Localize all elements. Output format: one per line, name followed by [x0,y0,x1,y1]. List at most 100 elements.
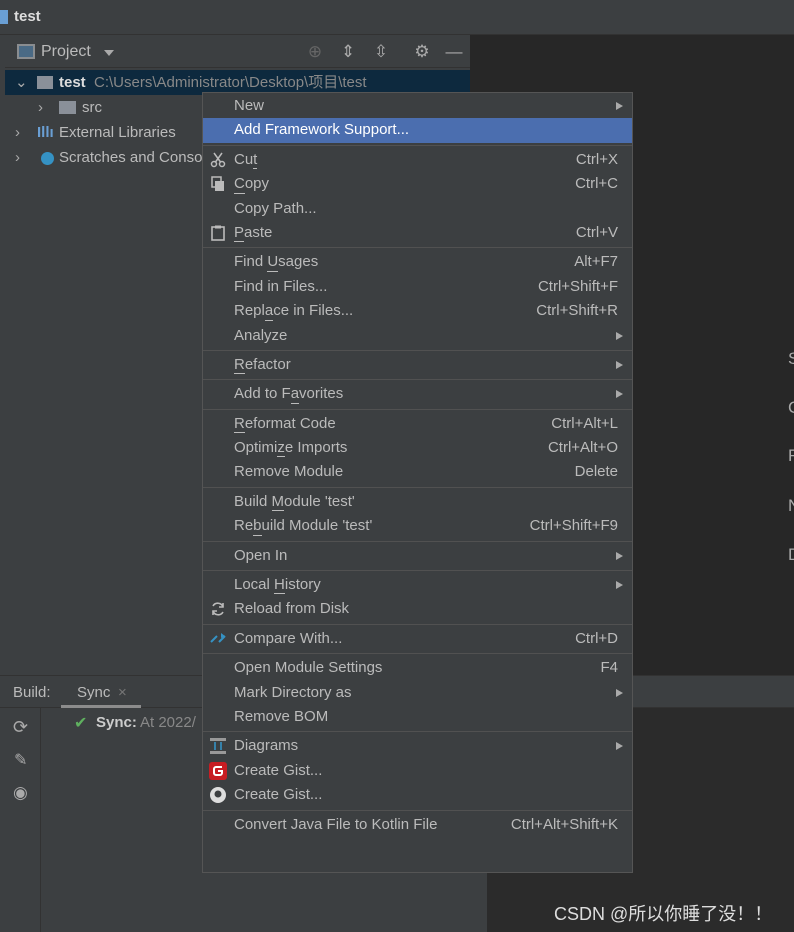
menu-item-replace-in-files[interactable]: Replace in Files... Ctrl+Shift+R [203,299,632,323]
chevron-right-icon[interactable]: › [38,95,43,120]
tree-item-label: src [82,99,102,116]
menu-item-reformat-code[interactable]: Reformat Code Ctrl+Alt+L [203,412,632,436]
menu-item-shortcut: F4 [600,659,618,677]
diagram-icon [209,737,227,755]
submenu-arrow-icon [616,688,623,697]
minimize-icon[interactable]: — [444,42,464,62]
menu-item-build-module-test[interactable]: Build Module 'test' [203,490,632,514]
menu-item-shortcut: Ctrl+Shift+F [537,277,618,295]
menu-item-compare-with[interactable]: Compare With... Ctrl+D [203,627,632,651]
eye-icon[interactable]: ◉ [13,783,28,803]
menu-item-optimize-imports[interactable]: Optimize Imports Ctrl+Alt+O [203,436,632,460]
menu-item-label: Create Gist... [234,786,323,804]
submenu-arrow-icon [616,581,623,590]
menu-item-analyze[interactable]: Analyze [203,324,632,348]
menu-item-remove-bom[interactable]: Remove BOM [203,705,632,729]
editor-hint: F [788,446,794,465]
menu-item-label: Find Usages [234,253,319,271]
menu-item-paste[interactable]: Paste Ctrl+V [203,221,632,245]
menu-item-refactor[interactable]: Refactor [203,353,632,377]
menu-item-label: Compare With... [234,629,343,647]
chevron-down-icon[interactable]: ⌄ [15,70,28,95]
menu-item-label: Rebuild Module 'test' [234,517,373,535]
build-toolbar: ⟳ ✎ ◉ [5,708,41,932]
close-icon[interactable]: × [118,684,127,701]
menu-item-create-gist[interactable]: Create Gist... [203,759,632,783]
context-menu: New Add Framework Support... Cut Ctrl+X Copy… [202,92,633,873]
project-view-selector[interactable]: Project [41,43,91,61]
menu-item-shortcut: Ctrl+V [575,223,618,241]
editor-hint: D [788,545,794,565]
collapse-all-icon[interactable]: ⇳ [371,42,391,62]
clipboard-icon [209,224,227,242]
menu-item-label: Analyze [234,326,288,344]
menu-item-open-in[interactable]: Open In [203,544,632,568]
menu-item-add-framework-support[interactable]: Add Framework Support... [203,118,632,143]
gitee-icon [209,761,227,780]
menu-item-shortcut: Ctrl+Alt+O [547,439,618,457]
menu-item-label: Build Module 'test' [234,492,355,510]
menu-item-label: Copy Path... [234,199,317,217]
menu-item-label: Create Gist... [234,761,323,779]
github-icon [209,786,227,804]
project-view-icon [17,44,35,59]
folder-icon [59,101,76,114]
menu-item-cut[interactable]: Cut Ctrl+X [203,148,632,172]
submenu-arrow-icon [616,102,623,110]
menu-item-find-in-files[interactable]: Find in Files... Ctrl+Shift+F [203,275,632,299]
menu-item-convert-java-file-to-kotlin-file[interactable]: Convert Java File to Kotlin File Ctrl+Alt… [203,813,632,837]
menu-item-label: Cut [234,150,258,168]
menu-item-label: Open Module Settings [234,659,383,677]
submenu-arrow-icon [616,742,623,751]
menu-item-label: Replace in Files... [234,302,354,320]
menu-item-label: Reload from Disk [234,600,350,618]
tree-item-label: Scratches and Consoles [59,149,222,166]
menu-item-label: Refactor [234,355,291,373]
menu-item-label: Diagrams [234,737,299,755]
menu-item-new[interactable]: New [203,94,632,118]
menu-item-shortcut: Ctrl+D [575,629,618,647]
gear-icon[interactable]: ⚙ [412,42,432,62]
tree-item-label: test [59,74,86,91]
pin-icon[interactable]: ✎ [14,750,27,770]
menu-item-label: New [234,97,265,114]
menu-item-mark-directory-as[interactable]: Mark Directory as [203,681,632,705]
menu-item-rebuild-module-test[interactable]: Rebuild Module 'test' Ctrl+Shift+F9 [203,514,632,538]
sync-icon[interactable]: ⟳ [13,717,28,738]
menu-item-label: Remove Module [234,463,344,481]
menu-item-label: Copy [234,175,270,193]
editor-hint: N [788,496,794,516]
module-folder-icon [37,76,53,89]
project-icon [0,10,8,24]
menu-item-open-module-settings[interactable]: Open Module Settings F4 [203,656,632,680]
locate-icon[interactable]: ⊕ [305,42,325,62]
menu-item-copy-path[interactable]: Copy Path... [203,197,632,221]
expand-all-icon[interactable]: ⇕ [338,42,358,62]
compare-icon [209,630,227,648]
sync-status-label[interactable]: Sync: [96,714,137,731]
menu-item-label: Reformat Code [234,414,336,432]
scissors-icon [209,151,227,169]
menu-item-shortcut: Ctrl+Shift+F9 [529,517,618,535]
chevron-right-icon[interactable]: › [15,120,20,145]
menu-item-label: Mark Directory as [234,683,352,701]
submenu-arrow-icon [616,331,623,340]
chevron-right-icon[interactable]: › [15,145,20,170]
menu-item-shortcut: Ctrl+Shift+R [536,302,618,320]
menu-item-remove-module[interactable]: Remove Module Delete [203,460,632,484]
watermark: CSDN @所以你睡了没！！ [554,904,773,924]
sync-status-text: At 2022/ [140,714,196,731]
menu-item-find-usages[interactable]: Find Usages Alt+F7 [203,250,632,274]
menu-item-copy[interactable]: Copy Ctrl+C [203,172,632,196]
menu-item-diagrams[interactable]: Diagrams [203,734,632,758]
menu-item-local-history[interactable]: Local History [203,573,632,597]
chevron-down-icon[interactable] [104,50,114,56]
tab-sync[interactable]: Sync [77,684,110,701]
menu-item-shortcut: Ctrl+Alt+L [551,414,618,432]
menu-item-add-to-favorites[interactable]: Add to Favorites [203,382,632,406]
reload-icon [209,600,227,618]
menu-item-create-gist[interactable]: Create Gist... [203,783,632,807]
submenu-arrow-icon [616,551,623,560]
menu-item-reload-from-disk[interactable]: Reload from Disk [203,597,632,621]
menu-item-shortcut: Delete [574,463,618,481]
